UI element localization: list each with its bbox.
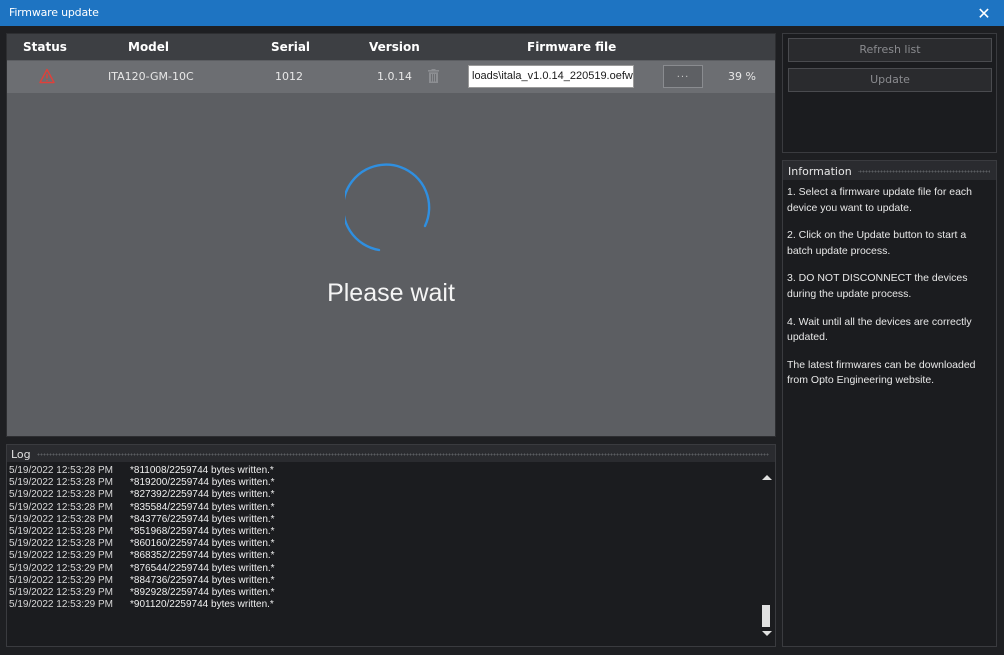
log-panel: Log 5/19/2022 12:53:28 PM *811008/2259744…	[6, 444, 776, 647]
log-line: 5/19/2022 12:53:28 PM *851968/2259744 byt…	[9, 526, 749, 538]
log-timestamp: 5/19/2022 12:53:28 PM	[9, 525, 113, 537]
warning-triangle-icon	[39, 68, 55, 84]
update-progress: 39 %	[728, 70, 756, 83]
log-scrollbar-thumb[interactable]	[762, 605, 770, 627]
update-button[interactable]: Update	[788, 68, 992, 92]
grid-header: Status Model Serial Version Firmware fil…	[7, 34, 775, 60]
log-timestamp: 5/19/2022 12:53:28 PM	[9, 465, 113, 476]
log-header: Log	[7, 445, 775, 462]
log-message: *901120/2259744 bytes written.*	[130, 599, 274, 611]
log-message: *884736/2259744 bytes written.*	[130, 574, 275, 586]
log-timestamp: 5/19/2022 12:53:29 PM	[9, 550, 113, 562]
information-header: Information	[783, 161, 996, 180]
log-title: Log	[11, 448, 37, 461]
device-row[interactable]: ITA120-GM-10C 1012 1.0.14 loads\itala_v1…	[7, 61, 775, 93]
log-timestamp: 5/19/2022 12:53:28 PM	[9, 489, 113, 501]
info-paragraph: 4. Wait until all the devices are correc…	[787, 315, 972, 344]
log-line: 5/19/2022 12:53:28 PM *819200/2259744 byt…	[9, 477, 749, 489]
scroll-up-arrow-icon[interactable]	[761, 472, 773, 482]
device-grid: Status Model Serial Version Firmware fil…	[6, 33, 776, 437]
window-title: Firmware update	[9, 6, 99, 19]
log-line: 5/19/2022 12:53:29 PM *901120/2259744 byt…	[9, 599, 749, 611]
log-timestamp: 5/19/2022 12:53:29 PM	[9, 599, 113, 611]
log-message: *811008/2259744 bytes written.*	[130, 465, 274, 476]
log-message: *843776/2259744 bytes written.*	[130, 513, 275, 525]
log-timestamp: 5/19/2022 12:53:28 PM	[9, 477, 113, 489]
information-title: Information	[788, 165, 858, 178]
log-line: 5/19/2022 12:53:28 PM *860160/2259744 byt…	[9, 538, 749, 550]
log-line: 5/19/2022 12:53:29 PM *868352/2259744 byt…	[9, 550, 749, 562]
column-header-status[interactable]: Status	[23, 40, 67, 54]
close-icon[interactable]: ✕	[964, 0, 1004, 26]
log-line: 5/19/2022 12:53:29 PM *884736/2259744 byt…	[9, 575, 749, 587]
log-line: 5/19/2022 12:53:28 PM *835584/2259744 byt…	[9, 502, 749, 514]
log-message: *851968/2259744 bytes written.*	[130, 525, 275, 537]
log-line: 5/19/2022 12:53:29 PM *876544/2259744 byt…	[9, 563, 749, 575]
log-timestamp: 5/19/2022 12:53:29 PM	[9, 574, 113, 586]
device-model: ITA120-GM-10C	[108, 70, 194, 83]
info-paragraph: 2. Click on the Update button to start a…	[787, 229, 967, 257]
info-paragraph: 1. Select a firmware update file for eac…	[787, 186, 973, 214]
column-header-serial[interactable]: Serial	[271, 40, 310, 54]
firmware-file-input[interactable]: loads\itala_v1.0.14_220519.oefw	[468, 65, 634, 88]
column-header-model[interactable]: Model	[128, 40, 169, 54]
log-line: 5/19/2022 12:53:28 PM *827392/2259744 byt…	[9, 489, 749, 501]
log-message: *860160/2259744 bytes written.*	[130, 538, 275, 550]
log-timestamp: 5/19/2022 12:53:28 PM	[9, 538, 113, 550]
log-line: 5/19/2022 12:53:28 PM *811008/2259744 byt…	[9, 465, 749, 477]
log-message: *876544/2259744 bytes written.*	[130, 562, 275, 574]
log-message: *892928/2259744 bytes written.*	[130, 586, 275, 598]
log-message: *819200/2259744 bytes written.*	[130, 477, 275, 489]
info-paragraph: The latest firmwares can be downloaded f…	[787, 358, 976, 387]
loading-spinner-icon	[345, 163, 431, 252]
log-timestamp: 5/19/2022 12:53:28 PM	[9, 501, 113, 513]
trash-icon[interactable]	[428, 69, 439, 83]
information-panel: Information 1. Select a firmware update …	[782, 160, 997, 647]
refresh-list-button[interactable]: Refresh list	[788, 38, 992, 62]
column-header-version[interactable]: Version	[369, 40, 420, 54]
log-message: *835584/2259744 bytes written.*	[130, 501, 275, 513]
title-bar: Firmware update ✕	[0, 0, 1004, 26]
column-header-firmware-file[interactable]: Firmware file	[527, 40, 616, 54]
header-divider	[853, 170, 990, 173]
header-divider	[37, 453, 769, 456]
log-timestamp: 5/19/2022 12:53:29 PM	[9, 562, 113, 574]
log-timestamp: 5/19/2022 12:53:28 PM	[9, 513, 113, 525]
please-wait-message: Please wait	[327, 279, 455, 307]
log-message: *827392/2259744 bytes written.*	[130, 489, 275, 501]
scroll-down-arrow-icon[interactable]	[761, 629, 773, 639]
log-line: 5/19/2022 12:53:28 PM *843776/2259744 byt…	[9, 514, 749, 526]
log-line: 5/19/2022 12:53:29 PM *892928/2259744 byt…	[9, 587, 749, 599]
log-list[interactable]: 5/19/2022 12:53:28 PM *811008/2259744 byt…	[9, 465, 749, 611]
info-paragraph: 3. DO NOT DISCONNECT the devices during …	[787, 272, 968, 300]
log-message: *868352/2259744 bytes written.*	[130, 550, 275, 562]
information-text: 1. Select a firmware update file for eac…	[787, 185, 992, 401]
device-serial: 1012	[275, 70, 303, 83]
action-panel: Refresh list Update	[782, 33, 997, 153]
device-version: 1.0.14	[377, 70, 412, 83]
log-timestamp: 5/19/2022 12:53:29 PM	[9, 586, 113, 598]
browse-file-button[interactable]: ...	[663, 65, 703, 88]
